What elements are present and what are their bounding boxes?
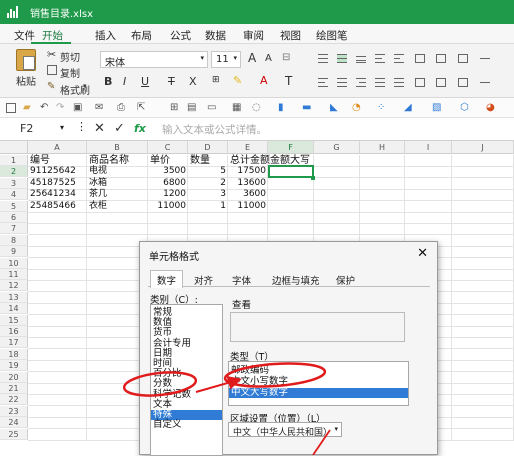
annotation-overlay — [122, 362, 331, 455]
annotation-line — [312, 429, 331, 455]
highlight-circle-category — [122, 371, 198, 397]
highlight-circle-type — [223, 362, 327, 388]
annotation-arrow — [195, 376, 242, 393]
